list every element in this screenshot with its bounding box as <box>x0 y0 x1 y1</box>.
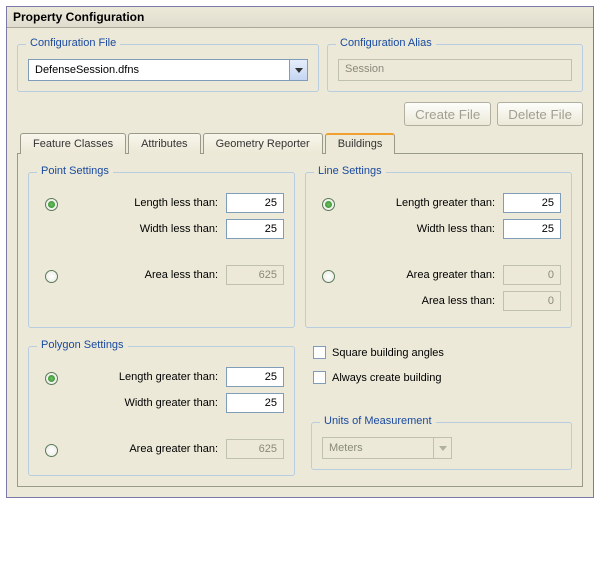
units-dropdown-button <box>433 438 451 458</box>
point-width-input[interactable] <box>226 219 284 239</box>
point-length-width-radio[interactable] <box>45 198 58 211</box>
tab-geometry-reporter[interactable]: Geometry Reporter <box>203 133 323 154</box>
polygon-length-input[interactable] <box>226 367 284 387</box>
line-width-label: Width less than: <box>338 223 503 235</box>
units-legend: Units of Measurement <box>320 415 436 427</box>
line-area-lt-input <box>503 291 561 311</box>
point-settings-group: Point Settings Length less than: Width l… <box>28 172 295 328</box>
line-area-lt-label: Area less than: <box>338 295 503 307</box>
point-width-label: Width less than: <box>61 223 226 235</box>
tab-attributes[interactable]: Attributes <box>128 133 200 154</box>
window-title: Property Configuration <box>7 7 593 28</box>
buildings-tab-panel: Point Settings Length less than: Width l… <box>17 153 583 487</box>
point-area-radio[interactable] <box>45 270 58 283</box>
chevron-down-icon <box>439 446 447 451</box>
create-file-button[interactable]: Create File <box>404 102 491 126</box>
line-area-gt-label: Area greater than: <box>338 269 503 281</box>
point-length-label: Length less than: <box>61 197 226 209</box>
polygon-settings-group: Polygon Settings Length greater than: Wi… <box>28 346 295 476</box>
square-angles-row: Square building angles <box>313 346 572 359</box>
line-area-radio[interactable] <box>322 270 335 283</box>
line-settings-group: Line Settings Length greater than: Width… <box>305 172 572 328</box>
window-content: Configuration File Configuration Alias S… <box>7 28 593 497</box>
polygon-width-input[interactable] <box>226 393 284 413</box>
tab-feature-classes[interactable]: Feature Classes <box>20 133 126 154</box>
line-area-gt-input <box>503 265 561 285</box>
units-combo: Meters <box>322 437 452 459</box>
property-configuration-window: Property Configuration Configuration Fil… <box>6 6 594 498</box>
line-length-width-radio[interactable] <box>322 198 335 211</box>
point-area-input <box>226 265 284 285</box>
units-value: Meters <box>323 442 433 454</box>
polygon-length-label: Length greater than: <box>61 371 226 383</box>
polygon-area-label: Area greater than: <box>61 443 226 455</box>
polygon-area-input <box>226 439 284 459</box>
always-create-row: Always create building <box>313 371 572 384</box>
polygon-settings-legend: Polygon Settings <box>37 339 128 351</box>
point-settings-legend: Point Settings <box>37 165 113 177</box>
tab-bar: Feature Classes Attributes Geometry Repo… <box>17 132 583 153</box>
point-length-input[interactable] <box>226 193 284 213</box>
configuration-alias-group: Configuration Alias Session <box>327 44 583 92</box>
configuration-file-group: Configuration File <box>17 44 319 92</box>
configuration-file-input[interactable] <box>29 60 289 80</box>
line-length-input[interactable] <box>503 193 561 213</box>
always-create-checkbox[interactable] <box>313 371 326 384</box>
units-group: Units of Measurement Meters <box>311 422 572 470</box>
configuration-alias-legend: Configuration Alias <box>336 37 436 49</box>
always-create-label: Always create building <box>332 372 441 384</box>
line-settings-legend: Line Settings <box>314 165 386 177</box>
tabs-container: Feature Classes Attributes Geometry Repo… <box>17 132 583 487</box>
polygon-length-width-radio[interactable] <box>45 372 58 385</box>
delete-file-button[interactable]: Delete File <box>497 102 583 126</box>
line-length-label: Length greater than: <box>338 197 503 209</box>
building-options-group: Square building angles Always create bui… <box>305 338 572 476</box>
chevron-down-icon <box>295 68 303 73</box>
polygon-area-radio[interactable] <box>45 444 58 457</box>
configuration-alias-field: Session <box>338 59 572 81</box>
configuration-file-combo[interactable] <box>28 59 308 81</box>
configuration-file-dropdown-button[interactable] <box>289 60 307 80</box>
configuration-file-legend: Configuration File <box>26 37 120 49</box>
square-angles-label: Square building angles <box>332 347 444 359</box>
point-area-label: Area less than: <box>61 269 226 281</box>
square-angles-checkbox[interactable] <box>313 346 326 359</box>
tab-buildings[interactable]: Buildings <box>325 133 396 154</box>
polygon-width-label: Width greater than: <box>61 397 226 409</box>
line-width-input[interactable] <box>503 219 561 239</box>
